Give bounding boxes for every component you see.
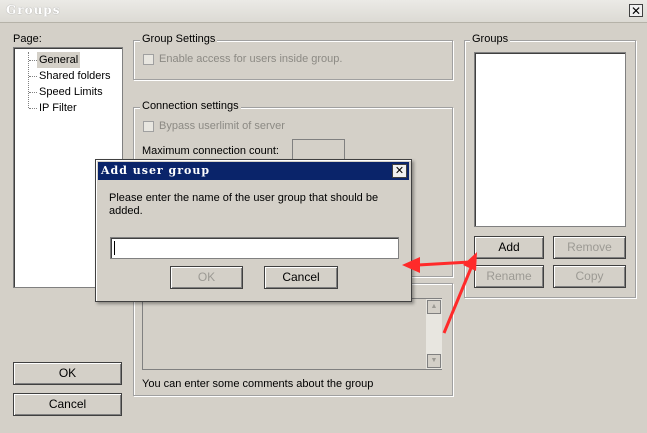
arrow-to-dialog	[402, 257, 471, 273]
annotation-arrows	[402, 252, 477, 334]
